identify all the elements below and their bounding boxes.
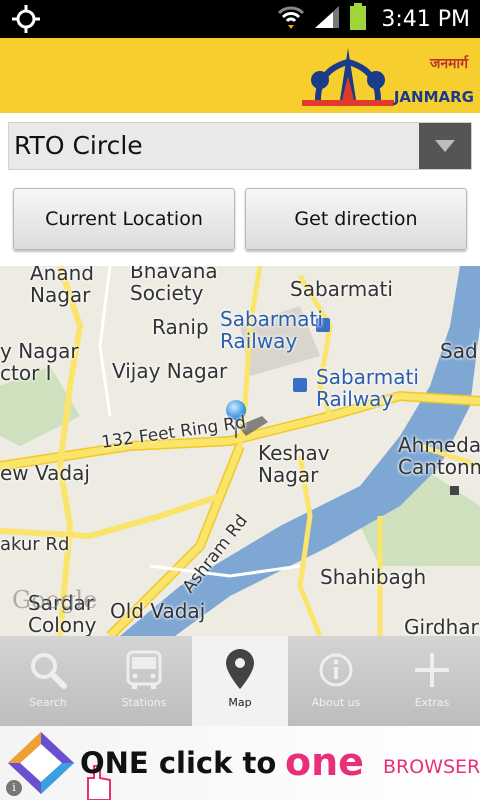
map-label: akur Rd [0,534,70,555]
tab-label: Map [228,696,252,709]
ad-headline: ONE click to [80,746,277,780]
tab-search[interactable]: Search [0,636,96,726]
tab-label: About us [311,696,361,709]
tab-extras[interactable]: Extras [384,636,480,726]
map-label: Sabarmati Railway [220,307,323,353]
logo-hindi-text: जनमार्ग [429,56,468,72]
map-label: Vijay Nagar [112,359,228,383]
map-label: Shahibagh [320,565,427,589]
map-label: ew Vadaj [0,461,90,485]
battery-icon [349,3,367,35]
clock: 3:41 PM [381,6,470,32]
map-label: Keshav Nagar [258,441,330,487]
google-attribution: Google [12,586,98,614]
bus-icon [124,650,164,690]
map-label: AhmedabCantonm [398,433,480,479]
tab-label: Search [29,696,67,709]
ad-banner[interactable]: ONE click to one BROWSER i [0,726,480,800]
ad-browser-text: BROWSER [383,756,480,778]
tab-about-us[interactable]: About us [288,636,384,726]
info-icon [318,650,354,690]
map-pin-icon [224,649,256,690]
app-header: जनमार्ग JANMARG [0,38,480,113]
map-label: Ranip [152,315,209,339]
gps-icon [12,5,40,37]
plus-icon [413,650,451,690]
tab-bar: Search Stations Map About us Extras [0,636,480,726]
tab-stations[interactable]: Stations [96,636,192,726]
dropdown-arrow-icon[interactable] [419,123,471,169]
destination-value: RTO Circle [14,131,143,160]
destination-select[interactable]: RTO Circle [8,122,472,170]
map-label: ctor I [0,361,52,385]
janmarg-logo: जनमार्ग JANMARG [298,40,476,110]
tab-label: Extras [414,696,450,709]
get-direction-button[interactable]: Get direction [245,188,467,250]
current-location-button[interactable]: Current Location [13,188,235,250]
map-label: Sabarmati Railway [316,365,419,411]
map-label: Sad [440,339,478,363]
map-label: Anand Nagar [30,266,94,307]
signal-icon [313,4,341,34]
status-bar: 3:41 PM [0,0,480,38]
map-label: Bhavana Society [130,266,218,305]
ad-info-icon[interactable]: i [6,780,22,796]
logo-brand-text: JANMARG [393,88,474,106]
map-label: Old Vadaj [110,599,206,623]
wifi-icon [277,4,305,34]
map-view[interactable]: Anand Nagar Bhavana Society Sabarmati Rani… [0,266,480,636]
map-label: Girdhar [404,615,479,636]
tab-map[interactable]: Map [192,636,288,726]
map-label: y Nagar [0,339,79,363]
search-icon [28,650,68,690]
tab-label: Stations [121,696,167,709]
map-label: Sabarmati [290,277,393,301]
ad-brand: one [285,740,364,784]
